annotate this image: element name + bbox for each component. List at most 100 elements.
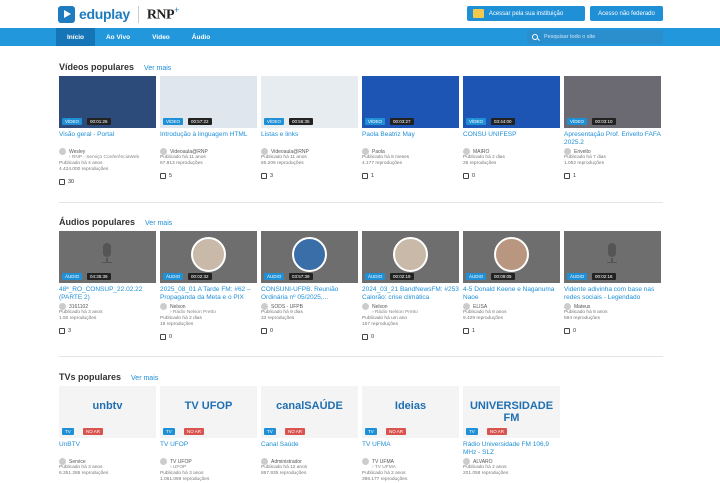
channel-name[interactable]: TV UFOP [160, 458, 257, 465]
like-button[interactable]: 3 [59, 328, 156, 334]
thumbnail[interactable]: VÍDEO 03:44:00 [463, 76, 560, 128]
like-button[interactable]: 3 [261, 173, 358, 179]
duration-badge: 04:35:39 [87, 273, 111, 280]
channel-name[interactable]: 3161102 [59, 303, 156, 310]
media-card[interactable]: Ideias TV NO AR TV UFMA TV UFMA › TV UFMA Publ… [362, 386, 459, 483]
see-more-link[interactable]: Ver mais [131, 375, 158, 382]
media-card[interactable]: VÍDEO 00:56:35 Listas e links Videoaula@RNP… [261, 76, 358, 185]
media-card[interactable]: VÍDEO 03:44:00 CONSU UNIFESP MAIRO Publicado… [463, 76, 560, 185]
like-button[interactable]: 1 [463, 328, 560, 334]
thumbnail[interactable]: VÍDEO 00:01:26 [59, 76, 156, 128]
thumbnail[interactable]: Ideias TV NO AR [362, 386, 459, 438]
see-more-link[interactable]: Ver mais [144, 65, 171, 72]
nav-item-video[interactable]: Vídeo [141, 28, 181, 46]
like-button[interactable]: 0 [160, 334, 257, 340]
media-card[interactable]: canalSAÚDE TV NO AR Canal Saúde Administrado… [261, 386, 358, 483]
thumbnail[interactable]: ÁUDIO 04:35:39 [59, 231, 156, 283]
channel-name[interactable]: Erivelto [564, 148, 661, 155]
like-count: 3 [270, 173, 274, 179]
thumbnail[interactable]: ÁUDIO 03:57:39 [261, 231, 358, 283]
nav-item-ao-vivo[interactable]: Ao Vivo [95, 28, 141, 46]
thumbnail[interactable]: ÁUDIO 00:02:16 [564, 231, 661, 283]
section-title: Vídeos populares [59, 62, 135, 72]
thumbnail[interactable]: unbtv TV NO AR [59, 386, 156, 438]
thumbnail[interactable]: UNIVERSIDADE FM TV NO AR [463, 386, 560, 438]
media-title[interactable]: Visão geral - Portal [59, 131, 156, 147]
channel-name[interactable]: Wesley [59, 148, 156, 155]
media-title[interactable]: UnBTV [59, 441, 156, 457]
like-button[interactable]: 0 [463, 173, 560, 179]
channel-name[interactable]: MAIRO [463, 148, 560, 155]
thumbnail[interactable]: canalSAÚDE TV NO AR [261, 386, 358, 438]
channel-name[interactable]: Nelson [362, 303, 459, 310]
thumbnail[interactable]: TV UFOP TV NO AR [160, 386, 257, 438]
like-button[interactable]: 1 [564, 173, 661, 179]
channel-name[interactable]: ELISA [463, 303, 560, 310]
see-more-link[interactable]: Ver mais [145, 220, 172, 227]
eduplay-logo[interactable]: eduplay [58, 5, 130, 23]
media-title[interactable]: 2024_03_21 BandNewsFM: #253 Calorão: cri… [362, 286, 459, 302]
channel-name[interactable]: Videoaula@RNP [160, 148, 257, 155]
channel-name[interactable]: Videoaula@RNP [261, 148, 358, 155]
media-title[interactable]: Vidente adivinha com base nas redes soci… [564, 286, 661, 302]
media-card[interactable]: ÁUDIO 00:09:05 4-5 Donald Keene e Naganuma… [463, 231, 560, 340]
media-title[interactable]: Introdução à linguagem HTML [160, 131, 257, 147]
thumbnail[interactable]: ÁUDIO 00:02:32 [160, 231, 257, 283]
view-count: 19 reproduções [160, 322, 194, 327]
channel-name[interactable]: Nelson [160, 303, 257, 310]
media-card[interactable]: VÍDEO 00:01:26 Visão geral - Portal Wesley ›… [59, 76, 156, 185]
media-type-badge: TV [163, 428, 175, 435]
thumbnail[interactable]: ÁUDIO 00:02:19 [362, 231, 459, 283]
like-button[interactable]: 30 [59, 179, 156, 185]
media-title[interactable]: Canal Saúde [261, 441, 358, 457]
media-card[interactable]: ÁUDIO 00:02:19 2024_03_21 BandNewsFM: #253… [362, 231, 459, 340]
thumbnail[interactable]: VÍDEO 00:57:22 [160, 76, 257, 128]
like-button[interactable]: 0 [261, 328, 358, 334]
thumbnail[interactable]: VÍDEO 00:56:35 [261, 76, 358, 128]
media-title[interactable]: Paola Beatriz May [362, 131, 459, 147]
media-title[interactable]: CONSU UNIFESP [463, 131, 560, 147]
avatar [362, 148, 369, 155]
like-button[interactable]: 0 [362, 334, 459, 340]
media-card[interactable]: VÍDEO 00:03:27 Paola Beatriz May Paola Publi… [362, 76, 459, 185]
institution-login-button[interactable]: Acessar pela sua instituição [467, 6, 585, 21]
media-title[interactable]: Apresentação Prof. Erivelto FAFA 2025.2 [564, 131, 661, 147]
media-card[interactable]: unbtv TV NO AR UnBTV Service Publicado há 3 a… [59, 386, 156, 483]
like-button[interactable]: 1 [362, 173, 459, 179]
channel-name[interactable]: Paola [362, 148, 459, 155]
media-title[interactable]: 48ª_RO_CONSUP_22.02.22 (PARTE 2) [59, 286, 156, 302]
media-card[interactable]: ÁUDIO 00:02:16 Vidente adivinha com base n… [564, 231, 661, 340]
media-card[interactable]: VÍDEO 00:57:22 Introdução à linguagem HTML… [160, 76, 257, 185]
media-title[interactable]: Rádio Universidade FM 106,9 MHz - SLZ [463, 441, 560, 457]
nav-item-audio[interactable]: Áudio [181, 28, 221, 46]
media-card[interactable]: ÁUDIO 04:35:39 48ª_RO_CONSUP_22.02.22 (PAR… [59, 231, 156, 340]
channel-name[interactable]: Service [59, 458, 156, 465]
media-card[interactable]: VÍDEO 00:03:10 Apresentação Prof. Erivelto… [564, 76, 661, 185]
thumbnail[interactable]: VÍDEO 00:03:10 [564, 76, 661, 128]
search-input[interactable] [544, 34, 654, 40]
nav-item-inicio[interactable]: Início [56, 28, 95, 46]
thumbnail[interactable]: VÍDEO 00:03:27 [362, 76, 459, 128]
media-title[interactable]: Listas e links [261, 131, 358, 147]
media-title[interactable]: TV UFMA [362, 441, 459, 457]
media-card[interactable]: UNIVERSIDADE FM TV NO AR Rádio Universidade… [463, 386, 560, 483]
channel-name[interactable]: Mateus [564, 303, 661, 310]
non-federated-login-button[interactable]: Acesso não federado [590, 6, 663, 21]
rnp-logo[interactable]: RNP+ [147, 5, 179, 24]
like-button[interactable]: 5 [160, 173, 257, 179]
media-card[interactable]: ÁUDIO 00:02:32 2025_08_01 A Tarde FM: #62 … [160, 231, 257, 340]
view-count: 4.424.000 reproduções [59, 167, 109, 172]
media-title[interactable]: CONSUNI-UFPB. Reunião Ordinária nº 05/20… [261, 286, 358, 302]
media-card[interactable]: TV UFOP TV NO AR TV UFOP TV UFOP › UFOP Public… [160, 386, 257, 483]
channel-name[interactable]: SODS - UFPB [261, 303, 358, 310]
channel-name[interactable]: TV UFMA [362, 458, 459, 465]
media-title[interactable]: 4-5 Donald Keene e Naganuma Naoe [463, 286, 560, 302]
channel-name[interactable]: Administrador [261, 458, 358, 465]
media-title[interactable]: TV UFOP [160, 441, 257, 457]
channel-name[interactable]: ALVARO [463, 458, 560, 465]
search-box[interactable] [527, 30, 663, 44]
media-title[interactable]: 2025_08_01 A Tarde FM: #62 – Propaganda … [160, 286, 257, 302]
thumbnail[interactable]: ÁUDIO 00:09:05 [463, 231, 560, 283]
media-card[interactable]: ÁUDIO 03:57:39 CONSUNI-UFPB. Reunião Ordin… [261, 231, 358, 340]
like-button[interactable]: 0 [564, 328, 661, 334]
